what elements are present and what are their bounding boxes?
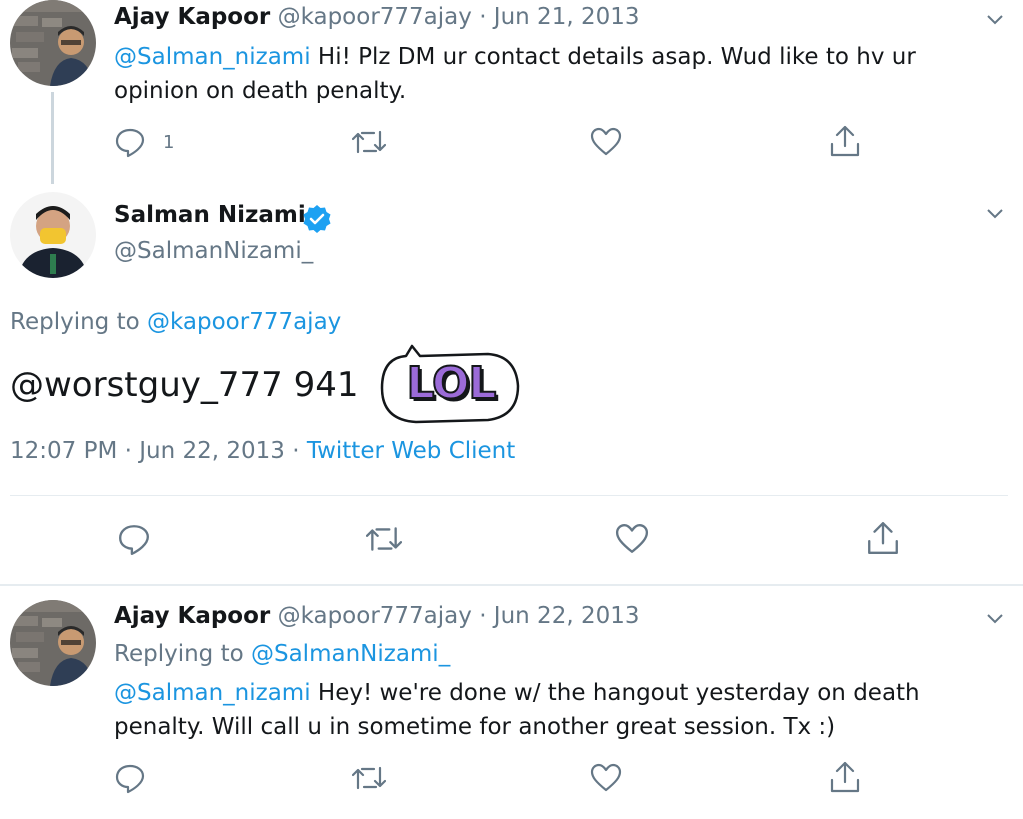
tweet-timestamp: 12:07 PM · Jun 22, 2013 · Twitter Web Cl… (10, 438, 515, 464)
author-name[interactable]: Ajay Kapoor (114, 603, 270, 629)
reply-count: 1 (163, 132, 175, 153)
tweet-ajay-2[interactable]: Ajay Kapoor @kapoor777ajay · Jun 22, 201… (0, 586, 1023, 819)
lol-sticker-text: LOL (406, 357, 498, 410)
main-tweet-text: @worstguy_777 941 (10, 365, 359, 405)
tweet-text: @Salman_nizami Hi! Plz DM ur contact det… (114, 40, 994, 108)
tweet-text-part: penalty. Will call u in sometime for ano… (114, 714, 836, 740)
author-handle[interactable]: @kapoor777ajay (278, 603, 472, 629)
reply-icon[interactable] (117, 522, 151, 560)
lol-sticker: LOL (376, 338, 526, 438)
retweet-icon[interactable] (351, 126, 387, 162)
mention-link[interactable]: @Salman_nizami (114, 44, 311, 70)
chevron-down-icon[interactable] (983, 202, 1007, 226)
tweet-date[interactable]: · Jun 22, 2013 (479, 603, 639, 629)
author-handle[interactable]: @kapoor777ajay (278, 4, 472, 30)
heart-icon[interactable] (590, 762, 622, 798)
avatar-salman[interactable] (10, 192, 96, 278)
replying-handle-link[interactable]: @SalmanNizami_ (251, 641, 450, 667)
tweet-client-link[interactable]: Twitter Web Client (307, 438, 515, 464)
replying-label: Replying to (114, 641, 251, 667)
author-name[interactable]: Ajay Kapoor (114, 4, 270, 30)
heart-icon[interactable] (615, 522, 649, 560)
divider (10, 495, 1008, 496)
reply-icon[interactable] (114, 126, 146, 162)
replying-handle-link[interactable]: @kapoor777ajay (147, 309, 341, 335)
heart-icon[interactable] (590, 126, 622, 162)
replying-to: Replying to @kapoor777ajay (10, 309, 341, 335)
tweet-text: @Salman_nizami Hey! we're done w/ the ha… (114, 676, 1004, 744)
author-handle[interactable]: @SalmanNizami_ (114, 238, 313, 264)
verified-badge-icon (302, 204, 332, 238)
tweet-text-part: Hi! Plz DM ur contact details asap. Wud … (310, 44, 916, 70)
reply-icon[interactable] (114, 762, 146, 798)
replying-to: Replying to @SalmanNizami_ (114, 641, 450, 667)
thread-line (51, 92, 54, 184)
share-icon[interactable] (829, 760, 861, 798)
retweet-icon[interactable] (351, 762, 387, 798)
tweet-date[interactable]: · Jun 21, 2013 (479, 4, 639, 30)
mention-link[interactable]: @Salman_nizami (114, 680, 311, 706)
retweet-icon[interactable] (365, 522, 403, 560)
avatar-ajay[interactable] (10, 600, 96, 686)
tweet-text-part: opinion on death penalty. (114, 78, 407, 104)
share-icon[interactable] (829, 124, 861, 162)
tweet-time[interactable]: 12:07 PM · Jun 22, 2013 · (10, 438, 307, 464)
chevron-down-icon[interactable] (983, 607, 1007, 631)
replying-label: Replying to (10, 309, 147, 335)
tweet-salman-main[interactable]: Salman Nizami @SalmanNizami_ Replying to… (0, 190, 1023, 580)
tweet-text-part: Hey! we're done w/ the hangout yesterday… (310, 680, 920, 706)
tweet-ajay-1[interactable]: Ajay Kapoor @kapoor777ajay · Jun 21, 201… (0, 0, 1023, 184)
avatar-ajay[interactable] (10, 0, 96, 86)
author-name[interactable]: Salman Nizami (114, 202, 306, 228)
share-icon[interactable] (866, 520, 900, 560)
chevron-down-icon[interactable] (983, 8, 1007, 32)
